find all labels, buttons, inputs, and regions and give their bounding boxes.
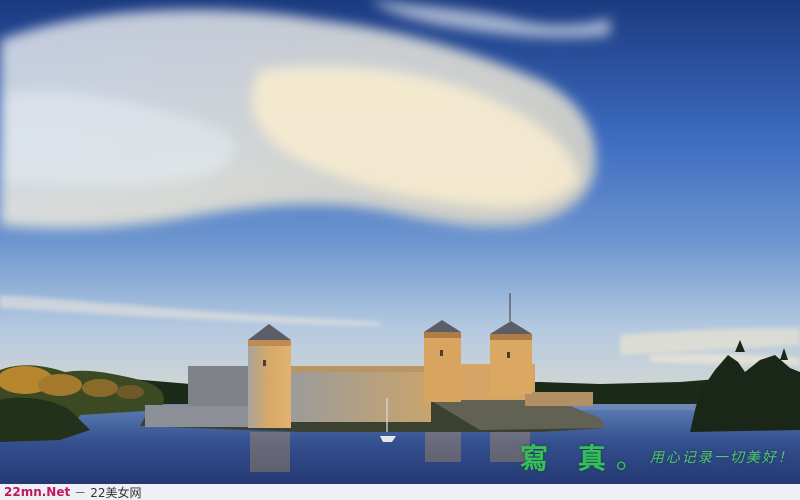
footer-bar: 22mn.Net － 22美女网: [0, 484, 800, 500]
watermark-dot: 。: [615, 442, 644, 475]
footer-site-link[interactable]: 22mn.Net: [4, 485, 70, 499]
watermark-slogan: 用心记录一切美好！: [649, 450, 794, 466]
watermark: 寫 真 。 用心记录一切美好！: [520, 440, 794, 475]
photo-scene: 寫 真 。 用心记录一切美好！ 22mn.Net － 22美女网: [0, 0, 800, 500]
cloud-formation: [0, 0, 610, 229]
watermark-big-text: 寫 真: [520, 442, 616, 475]
footer-separator: －: [74, 485, 87, 500]
castle-landscape-image: [0, 0, 800, 500]
footer-site-name: 22美女网: [90, 485, 142, 500]
